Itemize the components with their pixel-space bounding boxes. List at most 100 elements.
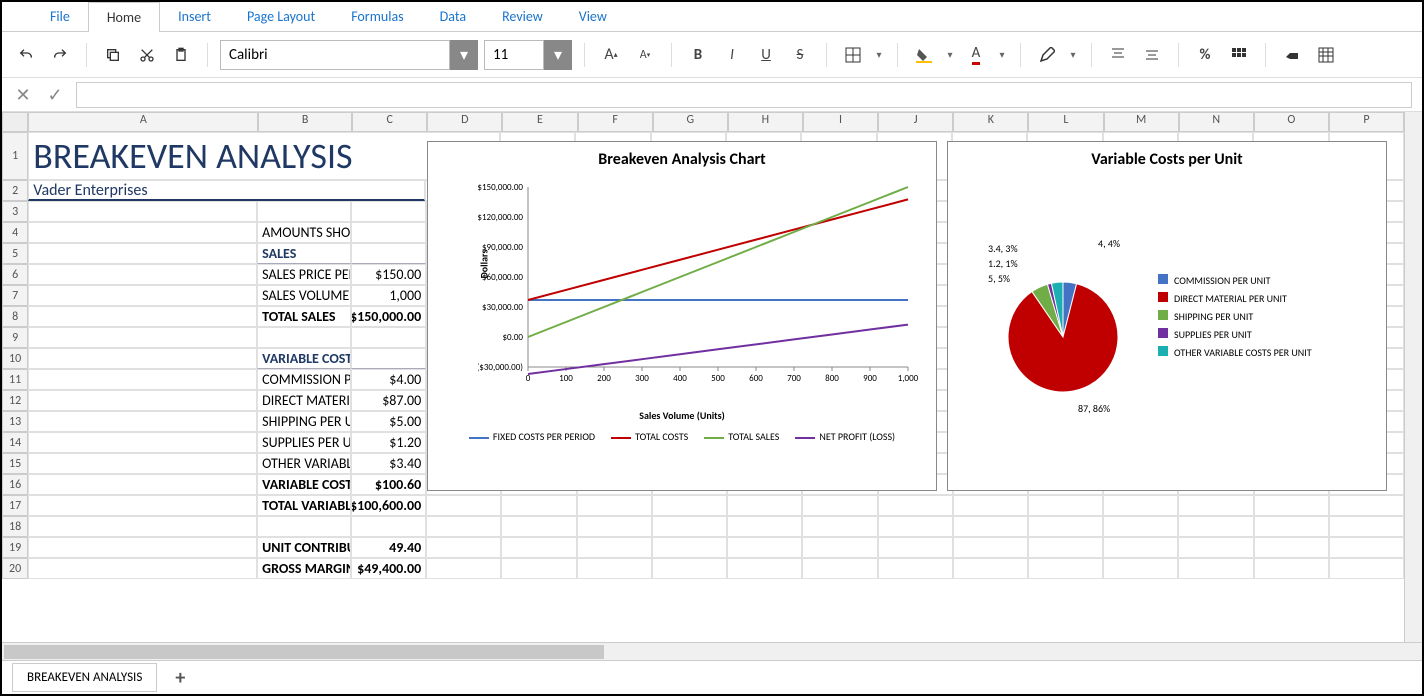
percent-button[interactable]: % [1191,41,1219,69]
cell[interactable] [28,201,257,222]
cell[interactable] [953,516,1028,537]
redo-button[interactable] [46,41,74,69]
cell[interactable] [1254,516,1329,537]
cell[interactable]: $87.00 [351,390,426,411]
row-header[interactable]: 2 [2,180,28,201]
cell[interactable]: DIRECT MATERIAL PER UNIT [257,390,351,411]
col-header[interactable]: D [427,112,502,132]
row-header[interactable]: 18 [2,516,28,537]
col-header[interactable]: P [1329,112,1404,132]
cell[interactable]: $100,600.00 [351,495,426,516]
cell[interactable] [577,495,652,516]
copy-button[interactable] [99,41,127,69]
cell[interactable] [426,495,501,516]
accept-formula-button[interactable]: ✓ [44,84,66,106]
cell[interactable] [426,537,501,558]
cell[interactable]: VARIABLE COSTS [257,348,351,369]
col-header[interactable]: M [1104,112,1179,132]
menu-tab-file[interactable]: File [32,2,88,31]
align-center-button[interactable] [1138,41,1166,69]
grid-button[interactable] [1312,41,1340,69]
row-header[interactable]: 12 [2,390,28,411]
row-header[interactable]: 14 [2,432,28,453]
cell[interactable]: $5.00 [351,411,426,432]
col-header[interactable]: H [728,112,803,132]
number-format-button[interactable] [1225,41,1253,69]
cell[interactable] [351,516,426,537]
cell[interactable] [28,243,257,264]
col-header[interactable]: N [1179,112,1254,132]
cell[interactable] [257,516,351,537]
underline-button[interactable]: U [752,41,780,69]
cell[interactable] [28,558,257,579]
align-top-button[interactable] [1104,41,1132,69]
cell[interactable] [351,201,426,222]
cell[interactable] [1028,537,1103,558]
cell[interactable] [28,537,257,558]
col-header[interactable]: A [28,112,258,132]
cell[interactable] [1329,516,1404,537]
cell[interactable] [953,537,1028,558]
cell[interactable]: GROSS MARGIN [257,558,351,579]
cell[interactable] [1103,495,1178,516]
cell[interactable]: SUPPLIES PER UNIT [257,432,351,453]
cell[interactable]: COMMISSION PER UNIT [257,369,351,390]
bold-button[interactable]: B [684,41,712,69]
cell[interactable]: SALES PRICE PER UNIT [257,264,351,285]
cell[interactable] [1254,495,1329,516]
cell[interactable] [28,411,257,432]
cell[interactable] [501,558,576,579]
cell[interactable] [28,285,257,306]
strike-button[interactable]: S [786,41,814,69]
row-header[interactable]: 3 [2,201,28,222]
font-color-button[interactable]: A [962,41,990,69]
cell[interactable] [1103,537,1178,558]
cell[interactable] [1329,558,1404,579]
cell[interactable]: $1.20 [351,432,426,453]
cell[interactable] [1178,495,1253,516]
cell[interactable]: VARIABLE COSTS PER UNIT [257,474,351,495]
fill-color-button[interactable] [910,41,938,69]
variable-costs-pie-chart[interactable]: Variable Costs per Unit 4, 4%87, 86%5, 5… [947,141,1387,491]
cell[interactable]: TOTAL VARIABLE COSTS [257,495,351,516]
col-header[interactable]: C [352,112,427,132]
decrease-font-button[interactable]: A▾ [631,41,659,69]
undo-button[interactable] [12,41,40,69]
row-header[interactable]: 6 [2,264,28,285]
cell[interactable] [28,306,257,327]
horizontal-scrollbar[interactable] [2,642,1422,660]
cell[interactable] [351,222,426,243]
col-header[interactable]: B [258,112,352,132]
cell[interactable] [577,537,652,558]
cell[interactable] [1103,516,1178,537]
cell[interactable] [802,495,877,516]
font-size-dropdown[interactable]: ▾ [544,40,572,70]
cell[interactable] [878,516,953,537]
cell[interactable] [878,558,953,579]
cell[interactable] [501,516,576,537]
fill-color-dropdown[interactable]: ▾ [944,40,956,70]
clear-button[interactable] [1278,41,1306,69]
row-header[interactable]: 11 [2,369,28,390]
cell[interactable]: $150,000.00 [351,306,426,327]
cell[interactable]: $150.00 [351,264,426,285]
cell[interactable] [652,558,727,579]
add-sheet-button[interactable]: + [167,666,193,690]
cell[interactable]: AMOUNTS SHOWN IN U.S. DOLLARS [257,222,351,243]
row-header[interactable]: 10 [2,348,28,369]
cell[interactable] [28,432,257,453]
col-header[interactable]: L [1028,112,1103,132]
cell[interactable] [1028,558,1103,579]
cell[interactable]: $49,400.00 [351,558,426,579]
row-header[interactable]: 17 [2,495,28,516]
cell[interactable] [28,516,257,537]
cell[interactable] [878,537,953,558]
cell[interactable]: SALES [257,243,351,264]
menu-tab-data[interactable]: Data [422,2,484,31]
cell[interactable] [28,453,257,474]
col-header[interactable]: I [803,112,878,132]
cell[interactable] [727,516,802,537]
row-header[interactable]: 1 [2,132,28,180]
cell[interactable] [28,495,257,516]
cell[interactable] [878,495,953,516]
